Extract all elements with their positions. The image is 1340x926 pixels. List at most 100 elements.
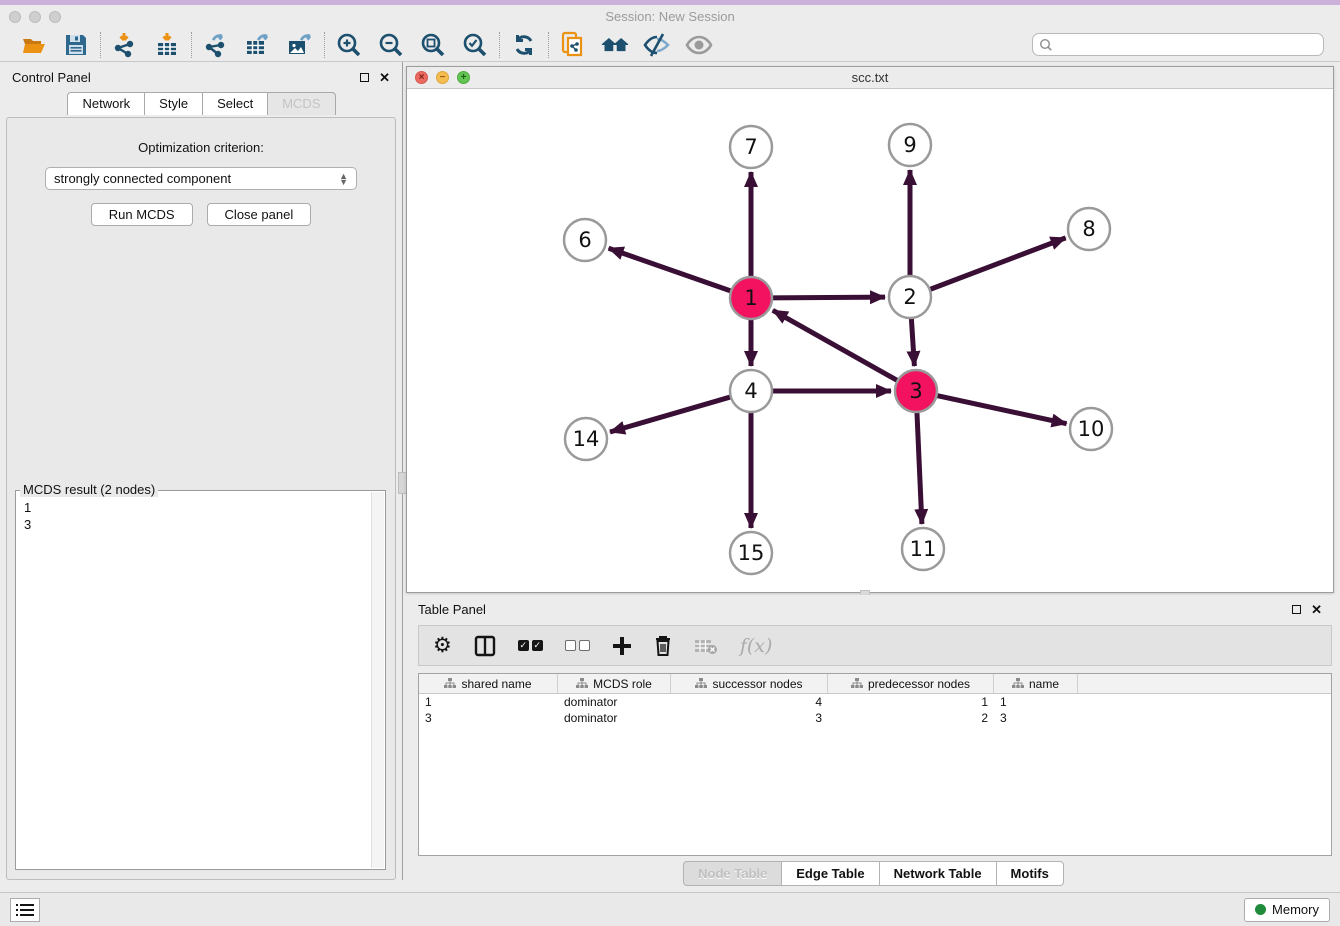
zoom-fit-icon[interactable] <box>419 31 447 59</box>
task-history-button[interactable] <box>10 898 40 922</box>
edge-2-3[interactable] <box>911 316 914 366</box>
column-header-label: successor nodes <box>712 677 802 691</box>
deselect-all-icon[interactable] <box>565 633 590 659</box>
column-header-successor-nodes[interactable]: successor nodes <box>671 674 828 693</box>
column-tree-icon <box>444 678 456 689</box>
control-tab-select[interactable]: Select <box>202 92 268 115</box>
column-header-predecessor-nodes[interactable]: predecessor nodes <box>828 674 994 693</box>
graph-node-label-1: 1 <box>744 286 757 310</box>
edge-3-10[interactable] <box>935 395 1067 424</box>
delete-row-icon[interactable] <box>654 633 672 659</box>
control-panel-title: Control Panel <box>12 70 91 85</box>
show-panel-icon[interactable] <box>685 31 713 59</box>
close-table-panel-icon[interactable]: ✕ <box>1311 603 1322 616</box>
float-table-panel-icon[interactable] <box>1292 605 1301 614</box>
zoom-selected-icon[interactable] <box>461 31 489 59</box>
column-header-label: predecessor nodes <box>868 677 970 691</box>
dropdown-chevrons-icon: ▲▼ <box>339 173 348 185</box>
table-cell[interactable]: 1 <box>828 694 994 710</box>
memory-status-icon <box>1255 904 1266 915</box>
column-header-label: MCDS role <box>593 677 652 691</box>
export-image-icon[interactable] <box>286 31 314 59</box>
control-tab-network[interactable]: Network <box>67 92 145 115</box>
edge-1-6[interactable] <box>609 248 733 291</box>
app-title: Session: New Session <box>0 9 1340 24</box>
function-builder-icon[interactable]: f(x) <box>740 633 773 659</box>
optimization-label: Optimization criterion: <box>7 140 395 155</box>
table-cell[interactable]: dominator <box>558 694 671 710</box>
table-cell[interactable]: 1 <box>419 694 558 710</box>
graph-node-label-6: 6 <box>578 228 591 252</box>
add-row-icon[interactable] <box>612 633 632 659</box>
column-tree-icon <box>695 678 707 689</box>
mcds-result-group: MCDS result (2 nodes) 1 3 <box>15 490 386 870</box>
control-tab-style[interactable]: Style <box>144 92 203 115</box>
table-row[interactable]: 3dominator323 <box>419 710 1331 726</box>
memory-button[interactable]: Memory <box>1244 898 1330 922</box>
delete-table-icon[interactable] <box>694 633 718 659</box>
table-cell[interactable]: 3 <box>994 710 1078 726</box>
table-cell[interactable]: 3 <box>419 710 558 726</box>
graph-node-label-14: 14 <box>573 427 600 451</box>
column-header-label: name <box>1029 677 1059 691</box>
table-cell[interactable]: dominator <box>558 710 671 726</box>
open-file-icon[interactable] <box>20 31 48 59</box>
mcds-panel: Optimization criterion: strongly connect… <box>6 117 396 880</box>
table-cell[interactable]: 4 <box>671 694 828 710</box>
import-network-icon[interactable] <box>111 31 139 59</box>
table-tabs: Node TableEdge TableNetwork TableMotifs <box>406 861 1340 886</box>
zoom-in-icon[interactable] <box>335 31 363 59</box>
table-tab-network-table[interactable]: Network Table <box>879 861 997 886</box>
table-cell[interactable]: 1 <box>994 694 1078 710</box>
select-all-icon[interactable]: ✓✓ <box>518 633 543 659</box>
close-panel-icon[interactable]: ✕ <box>379 71 390 84</box>
list-icon <box>16 903 34 917</box>
table-tab-edge-table[interactable]: Edge Table <box>781 861 879 886</box>
table-cell[interactable]: 3 <box>671 710 828 726</box>
memory-label: Memory <box>1272 902 1319 917</box>
zoom-out-icon[interactable] <box>377 31 405 59</box>
edge-2-8[interactable] <box>928 238 1066 290</box>
column-header-shared-name[interactable]: shared name <box>419 674 558 693</box>
close-panel-button[interactable]: Close panel <box>207 203 312 226</box>
table-panel: Table Panel ✕ ⚙ ✓✓ f(x) sh <box>406 595 1340 892</box>
column-tree-icon <box>851 678 863 689</box>
hide-panel-icon[interactable] <box>643 31 671 59</box>
graph-node-label-8: 8 <box>1082 217 1095 241</box>
settings-gear-icon[interactable]: ⚙ <box>433 633 452 659</box>
graph-node-label-11: 11 <box>910 537 937 561</box>
table-tab-motifs[interactable]: Motifs <box>996 861 1064 886</box>
save-session-icon[interactable] <box>62 31 90 59</box>
refresh-icon[interactable] <box>510 31 538 59</box>
network-canvas[interactable]: 7968124314101511 <box>407 89 1333 592</box>
column-header-MCDS-role[interactable]: MCDS role <box>558 674 671 693</box>
graph-node-label-15: 15 <box>738 541 765 565</box>
mcds-result-list[interactable]: 1 3 <box>18 493 369 867</box>
edge-4-14[interactable] <box>610 396 733 432</box>
table-header-row: shared name MCDS role successor nodes prede… <box>419 674 1331 694</box>
float-panel-icon[interactable] <box>360 73 369 82</box>
export-network-icon[interactable] <box>202 31 230 59</box>
select-columns-icon[interactable] <box>474 633 496 659</box>
search-input[interactable] <box>1053 38 1317 52</box>
control-tab-mcds[interactable]: MCDS <box>267 92 335 115</box>
result-scrollbar[interactable] <box>371 492 384 868</box>
edge-3-11[interactable] <box>917 410 922 524</box>
table-row[interactable]: 1dominator411 <box>419 694 1331 710</box>
graph-node-label-7: 7 <box>744 135 757 159</box>
graph-node-label-10: 10 <box>1078 417 1105 441</box>
column-tree-icon <box>576 678 588 689</box>
table-cell[interactable]: 2 <box>828 710 994 726</box>
criterion-dropdown[interactable]: strongly connected component ▲▼ <box>45 167 357 190</box>
edge-3-1[interactable] <box>773 310 900 381</box>
import-table-icon[interactable] <box>153 31 181 59</box>
node-table[interactable]: shared name MCDS role successor nodes prede… <box>418 673 1332 856</box>
table-tab-node-table[interactable]: Node Table <box>683 861 782 886</box>
run-mcds-button[interactable]: Run MCDS <box>91 203 193 226</box>
column-header-name[interactable]: name <box>994 674 1078 693</box>
export-table-icon[interactable] <box>244 31 272 59</box>
clone-network-icon[interactable] <box>559 31 587 59</box>
edge-1-2[interactable] <box>770 297 885 298</box>
search-box[interactable] <box>1032 33 1324 56</box>
home-icon[interactable] <box>601 31 629 59</box>
